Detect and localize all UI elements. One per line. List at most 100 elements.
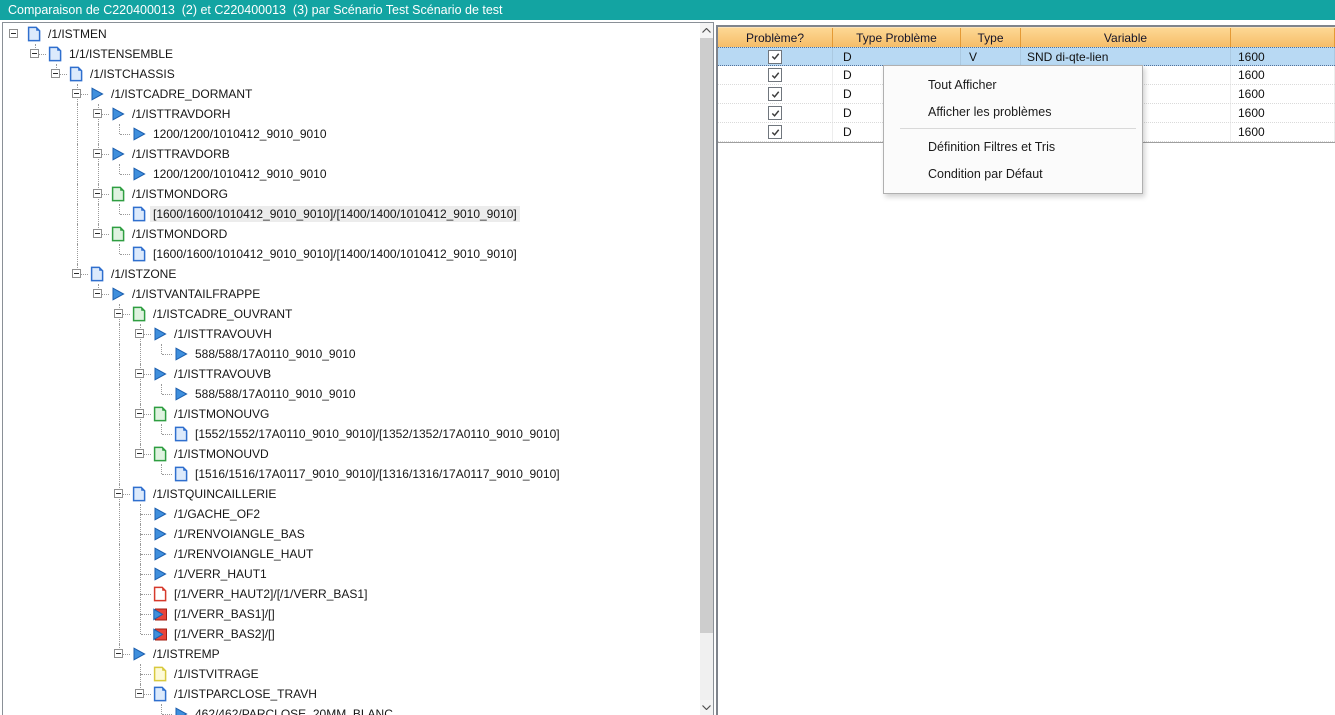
tree-node-label[interactable]: 1200/1200/1010412_9010_9010 [150, 166, 330, 182]
menu-item[interactable]: Condition par Défaut [884, 160, 1142, 187]
tree-node[interactable]: /1/ISTPARCLOSE_TRAVH [4, 684, 699, 704]
tree-expander-cell[interactable] [67, 84, 88, 104]
tree-node-label[interactable]: /1/ISTCHASSIS [87, 66, 178, 82]
tree-node-label[interactable]: /1/ISTMEN [45, 26, 110, 42]
tree-node-label[interactable]: 1/1/ISTENSEMBLE [66, 46, 176, 62]
tree-expander-cell[interactable] [88, 224, 109, 244]
collapse-minus-icon[interactable] [72, 89, 81, 98]
tree-node-label[interactable]: 462/462/PARCLOSE_20MM_BLANC [192, 706, 396, 715]
tree-expander-cell[interactable] [88, 144, 109, 164]
menu-item[interactable]: Définition Filtres et Tris [884, 133, 1142, 160]
column-header[interactable]: Problème? [718, 28, 833, 47]
column-header[interactable] [1231, 28, 1335, 47]
tree-node[interactable]: /1/ISTVITRAGE [4, 664, 699, 684]
tree-node-label[interactable]: /1/ISTTRAVOUVH [171, 326, 275, 342]
tree-node-label[interactable]: /1/ISTMONDORG [129, 186, 231, 202]
tree-node[interactable]: /1/ISTMONDORG [4, 184, 699, 204]
tree-node-label[interactable]: [1600/1600/1010412_9010_9010]/[1400/1400… [150, 206, 520, 222]
tree-node-label[interactable]: /1/ISTTRAVDORB [129, 146, 233, 162]
scrollbar-thumb[interactable] [700, 38, 713, 633]
collapse-minus-icon[interactable] [93, 189, 102, 198]
tree-node-label[interactable]: /1/ISTVITRAGE [171, 666, 262, 682]
tree-node-label[interactable]: /1/RENVOIANGLE_HAUT [171, 546, 316, 562]
menu-item[interactable]: Tout Afficher [884, 71, 1142, 98]
tree-node-label[interactable]: 588/588/17A0110_9010_9010 [192, 346, 359, 362]
tree-node[interactable]: [/1/VERR_HAUT2]/[/1/VERR_BAS1] [4, 584, 699, 604]
column-header[interactable]: Variable [1021, 28, 1231, 47]
collapse-minus-icon[interactable] [135, 369, 144, 378]
tree-node[interactable]: /1/RENVOIANGLE_BAS [4, 524, 699, 544]
tree-node[interactable]: /1/ISTVANTAILFRAPPE [4, 284, 699, 304]
collapse-minus-icon[interactable] [93, 149, 102, 158]
tree-node[interactable]: /1/VERR_HAUT1 [4, 564, 699, 584]
collapse-minus-icon[interactable] [72, 269, 81, 278]
tree-node-label[interactable]: [/1/VERR_HAUT2]/[/1/VERR_BAS1] [171, 586, 370, 602]
scroll-down-button[interactable] [700, 700, 713, 715]
problem-checkbox[interactable] [768, 50, 782, 64]
collapse-minus-icon[interactable] [135, 409, 144, 418]
collapse-minus-icon[interactable] [93, 109, 102, 118]
collapse-minus-icon[interactable] [114, 489, 123, 498]
tree-vertical-scrollbar[interactable] [700, 23, 713, 715]
tree-node[interactable]: 462/462/PARCLOSE_20MM_BLANC [4, 704, 699, 715]
tree-node[interactable]: 1200/1200/1010412_9010_9010 [4, 124, 699, 144]
tree-expander-cell[interactable] [130, 364, 151, 384]
tree-node-label[interactable]: /1/ISTMONDORD [129, 226, 230, 242]
tree-node-label[interactable]: /1/RENVOIANGLE_BAS [171, 526, 308, 542]
collapse-minus-icon[interactable] [93, 229, 102, 238]
tree-node[interactable]: /1/ISTQUINCAILLERIE [4, 484, 699, 504]
tree-node[interactable]: /1/ISTCADRE_DORMANT [4, 84, 699, 104]
tree-expander-cell[interactable] [67, 264, 88, 284]
tree-node[interactable]: /1/RENVOIANGLE_HAUT [4, 544, 699, 564]
tree-expander-cell[interactable] [88, 284, 109, 304]
collapse-minus-icon[interactable] [51, 69, 60, 78]
tree-expander-cell[interactable] [88, 184, 109, 204]
table-row[interactable]: DVSND di-qte-lien1600 [718, 47, 1335, 66]
tree-node-label[interactable]: 588/588/17A0110_9010_9010 [192, 386, 359, 402]
tree-node[interactable]: /1/ISTMEN [4, 24, 699, 44]
tree-node[interactable]: 1200/1200/1010412_9010_9010 [4, 164, 699, 184]
tree-node-label[interactable]: /1/GACHE_OF2 [171, 506, 263, 522]
tree-node-label[interactable]: /1/ISTMONOUVD [171, 446, 272, 462]
tree-expander-cell[interactable] [109, 484, 130, 504]
tree-node[interactable]: /1/ISTMONOUVD [4, 444, 699, 464]
collapse-minus-icon[interactable] [114, 309, 123, 318]
column-header[interactable]: Type Problème [833, 28, 961, 47]
tree-node-label[interactable]: /1/ISTVANTAILFRAPPE [129, 286, 263, 302]
tree-node[interactable]: 588/588/17A0110_9010_9010 [4, 344, 699, 364]
tree-node[interactable]: [1552/1552/17A0110_9010_9010]/[1352/1352… [4, 424, 699, 444]
collapse-minus-icon[interactable] [135, 329, 144, 338]
tree-node[interactable]: /1/ISTREMP [4, 644, 699, 664]
tree-node-label[interactable]: [1600/1600/1010412_9010_9010]/[1400/1400… [150, 246, 520, 262]
collapse-minus-icon[interactable] [93, 289, 102, 298]
tree-node[interactable]: 1/1/ISTENSEMBLE [4, 44, 699, 64]
tree-node[interactable]: [1600/1600/1010412_9010_9010]/[1400/1400… [4, 244, 699, 264]
tree-node-label[interactable]: /1/ISTTRAVDORH [129, 106, 233, 122]
tree-node[interactable]: [/1/VERR_BAS1]/[] [4, 604, 699, 624]
tree-expander-cell[interactable] [46, 64, 67, 84]
tree-node[interactable]: /1/ISTTRAVOUVB [4, 364, 699, 384]
tree-node-label[interactable]: /1/ISTQUINCAILLERIE [150, 486, 279, 502]
tree-expander-cell[interactable] [109, 644, 130, 664]
tree-node-label[interactable]: [/1/VERR_BAS2]/[] [171, 626, 278, 642]
tree-node[interactable]: 588/588/17A0110_9010_9010 [4, 384, 699, 404]
problem-checkbox[interactable] [768, 125, 782, 139]
tree-node-label[interactable]: /1/ISTTRAVOUVB [171, 366, 274, 382]
tree-node[interactable]: /1/ISTTRAVOUVH [4, 324, 699, 344]
column-header[interactable]: Type [961, 28, 1021, 47]
tree-node[interactable]: /1/ISTMONOUVG [4, 404, 699, 424]
tree-node[interactable]: /1/GACHE_OF2 [4, 504, 699, 524]
tree-node[interactable]: /1/ISTMONDORD [4, 224, 699, 244]
tree-node[interactable]: [/1/VERR_BAS2]/[] [4, 624, 699, 644]
collapse-minus-icon[interactable] [114, 649, 123, 658]
tree-node-label[interactable]: [1552/1552/17A0110_9010_9010]/[1352/1352… [192, 426, 563, 442]
tree-expander-cell[interactable] [25, 44, 46, 64]
problem-checkbox[interactable] [768, 87, 782, 101]
tree-expander-cell[interactable] [130, 684, 151, 704]
tree-node[interactable]: [1516/1516/17A0117_9010_9010]/[1316/1316… [4, 464, 699, 484]
collapse-minus-icon[interactable] [9, 29, 18, 38]
tree-node[interactable]: /1/ISTTRAVDORH [4, 104, 699, 124]
tree-node-label[interactable]: /1/ISTMONOUVG [171, 406, 272, 422]
tree-node[interactable]: /1/ISTCADRE_OUVRANT [4, 304, 699, 324]
problem-checkbox[interactable] [768, 68, 782, 82]
